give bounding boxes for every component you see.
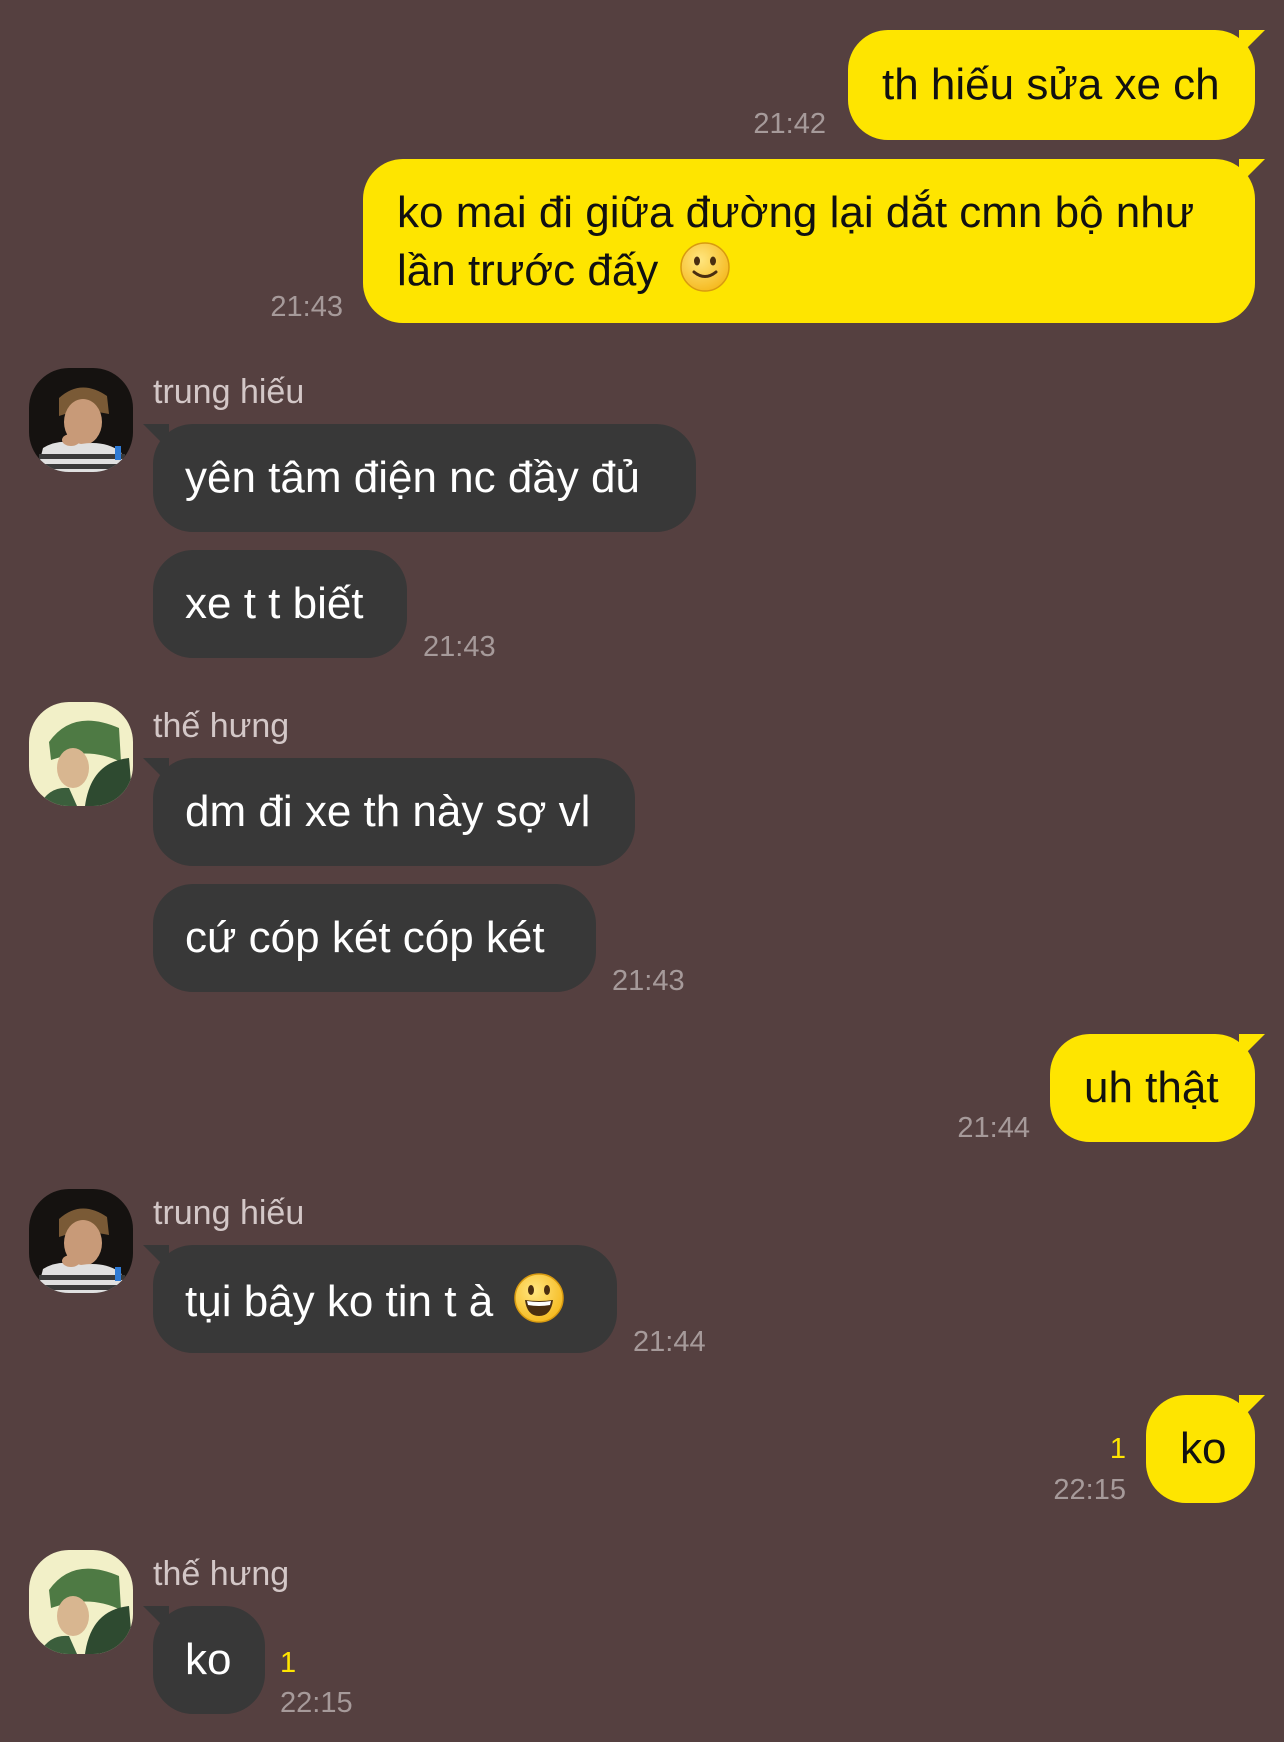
- unread-count: 1: [1109, 1433, 1126, 1465]
- message-text: ko: [1180, 1424, 1227, 1473]
- slightly-smiling-face-icon: [679, 242, 730, 292]
- avatar[interactable]: [29, 368, 133, 472]
- message-text: ko: [185, 1635, 232, 1684]
- sender-name: trung hiếu: [153, 373, 305, 411]
- outgoing-message-bubble[interactable]: ko mai đi giữa đường lại dắt cmn bộ như …: [363, 159, 1265, 323]
- message-timestamp: 21:43: [270, 291, 343, 323]
- outgoing-message-bubble[interactable]: th hiếu sửa xe ch: [848, 30, 1265, 140]
- message-text: tụi bây ko tin t à: [185, 1277, 494, 1326]
- message-timestamp: 22:15: [1053, 1474, 1126, 1506]
- grinning-face-icon: [514, 1273, 565, 1323]
- outgoing-message-bubble[interactable]: uh thật: [1050, 1034, 1265, 1142]
- incoming-message-bubble[interactable]: cứ cóp két cóp két: [153, 884, 596, 992]
- message-timestamp: 21:43: [423, 631, 496, 663]
- message-text: xe t t biết: [185, 579, 364, 628]
- incoming-message-bubble[interactable]: dm đi xe th này sợ vl: [143, 758, 635, 866]
- avatar[interactable]: [29, 1189, 133, 1293]
- message-text: cứ cóp két cóp két: [185, 913, 545, 962]
- incoming-message-bubble[interactable]: xe t t biết: [153, 550, 407, 658]
- incoming-message-bubble[interactable]: ko: [143, 1606, 265, 1714]
- message-text: uh thật: [1084, 1063, 1219, 1112]
- sender-name: trung hiếu: [153, 1194, 305, 1232]
- message-text: ko mai đi giữa đường lại dắt cmn bộ như …: [397, 188, 1195, 295]
- message-text: th hiếu sửa xe ch: [882, 60, 1220, 109]
- message-timestamp: 22:15: [280, 1687, 353, 1719]
- avatar[interactable]: [29, 702, 133, 806]
- avatar[interactable]: [29, 1550, 133, 1654]
- unread-count: 1: [280, 1647, 297, 1679]
- sender-name: thế hưng: [153, 1555, 290, 1593]
- message-timestamp: 21:44: [957, 1112, 1030, 1144]
- message-timestamp: 21:42: [753, 108, 826, 140]
- outgoing-message-bubble[interactable]: ko: [1146, 1395, 1265, 1503]
- sender-name: thế hưng: [153, 707, 290, 745]
- message-timestamp: 21:44: [633, 1326, 706, 1358]
- message-text: yên tâm điện nc đầy đủ: [185, 453, 640, 502]
- message-text: dm đi xe th này sợ vl: [185, 787, 591, 836]
- incoming-message-bubble[interactable]: yên tâm điện nc đầy đủ: [143, 424, 696, 532]
- message-timestamp: 21:43: [612, 965, 685, 997]
- incoming-message-bubble[interactable]: tụi bây ko tin t à: [143, 1245, 617, 1353]
